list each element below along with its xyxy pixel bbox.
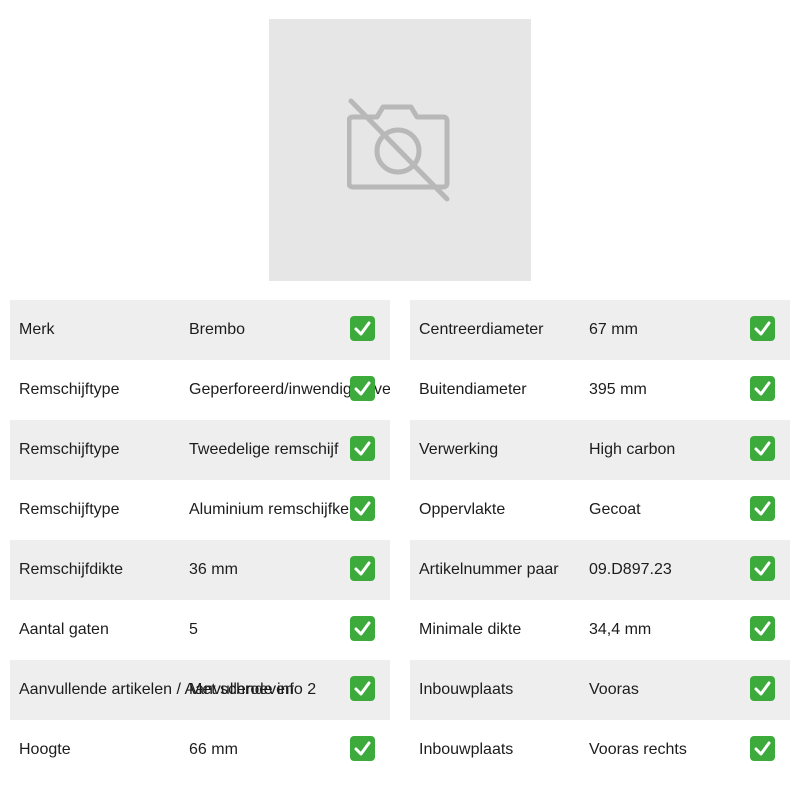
spec-row: Remschijftype Tweedelige remschijf [10,420,390,480]
spec-label: Merk [19,321,55,338]
check-icon [750,676,775,701]
spec-value: 34,4 mm [589,621,652,638]
check-icon [350,736,375,761]
check-icon [750,556,775,581]
spec-value: Vooras [589,681,639,698]
check-icon [350,316,375,341]
check-icon [750,376,775,401]
spec-row: Remschijftype Geperforeerd/inwendig geve… [10,360,390,420]
spec-row: Remschijfdikte 36 mm [10,540,390,600]
spec-label: Aantal gaten [19,621,109,638]
spec-label: Remschijfdikte [19,561,124,578]
spec-value: Vooras rechts [589,741,687,758]
spec-row: Artikelnummer paar 09.D897.23 [410,540,790,600]
check-icon [350,616,375,641]
spec-label: Remschijftype [19,441,120,458]
spec-label: Inbouwplaats [419,681,514,698]
spec-row: Hoogte 66 mm [10,720,390,780]
spec-value: 09.D897.23 [589,561,672,578]
spec-table-right: Centreerdiameter 67 mm Buitendiameter 39… [410,300,790,780]
spec-label: Inbouwplaats [419,741,514,758]
product-image-placeholder [269,19,531,281]
check-icon [750,316,775,341]
spec-value: Brembo [189,321,246,338]
check-icon [350,376,375,401]
spec-row: Oppervlakte Gecoat [410,480,790,540]
spec-label: Remschijftype [19,381,120,398]
spec-row: Buitendiameter 395 mm [410,360,790,420]
spec-label: Verwerking [419,441,499,458]
spec-value: Aluminium remschijfkern [189,501,364,518]
spec-row: Inbouwplaats Vooras [410,660,790,720]
spec-value: Tweedelige remschijf [189,441,339,458]
check-icon [750,736,775,761]
spec-value: 395 mm [589,381,647,398]
spec-label: Buitendiameter [419,381,527,398]
spec-value: 67 mm [589,321,638,338]
spec-value: 5 [189,621,198,638]
spec-label: Minimale dikte [419,621,522,638]
spec-label: Oppervlakte [419,501,506,518]
spec-row: Merk Brembo [10,300,390,360]
spec-row: Remschijftype Aluminium remschijfkern [10,480,390,540]
spec-value: Gecoat [589,501,641,518]
spec-value: 36 mm [189,561,238,578]
spec-table-left: Merk Brembo Remschijftype Geperforeerd/i… [10,300,390,780]
check-icon [750,616,775,641]
spec-value: Met schroeven [189,681,294,698]
spec-label: Remschijftype [19,501,120,518]
spec-row: Minimale dikte 34,4 mm [410,600,790,660]
spec-label: Centreerdiameter [419,321,544,338]
check-icon [350,556,375,581]
spec-row: Inbouwplaats Vooras rechts [410,720,790,780]
check-icon [350,496,375,521]
spec-label: Hoogte [19,741,71,758]
check-icon [350,676,375,701]
check-icon [350,436,375,461]
spec-row: Centreerdiameter 67 mm [410,300,790,360]
spec-row: Verwerking High carbon [410,420,790,480]
check-icon [750,436,775,461]
spec-row: Aanvullende artikelen / Aanvullende info… [10,660,390,720]
spec-value: 66 mm [189,741,238,758]
no-photo-camera-icon [347,98,450,202]
check-icon [750,496,775,521]
spec-label: Artikelnummer paar [419,561,559,578]
spec-row: Aantal gaten 5 [10,600,390,660]
spec-value: High carbon [589,441,676,458]
